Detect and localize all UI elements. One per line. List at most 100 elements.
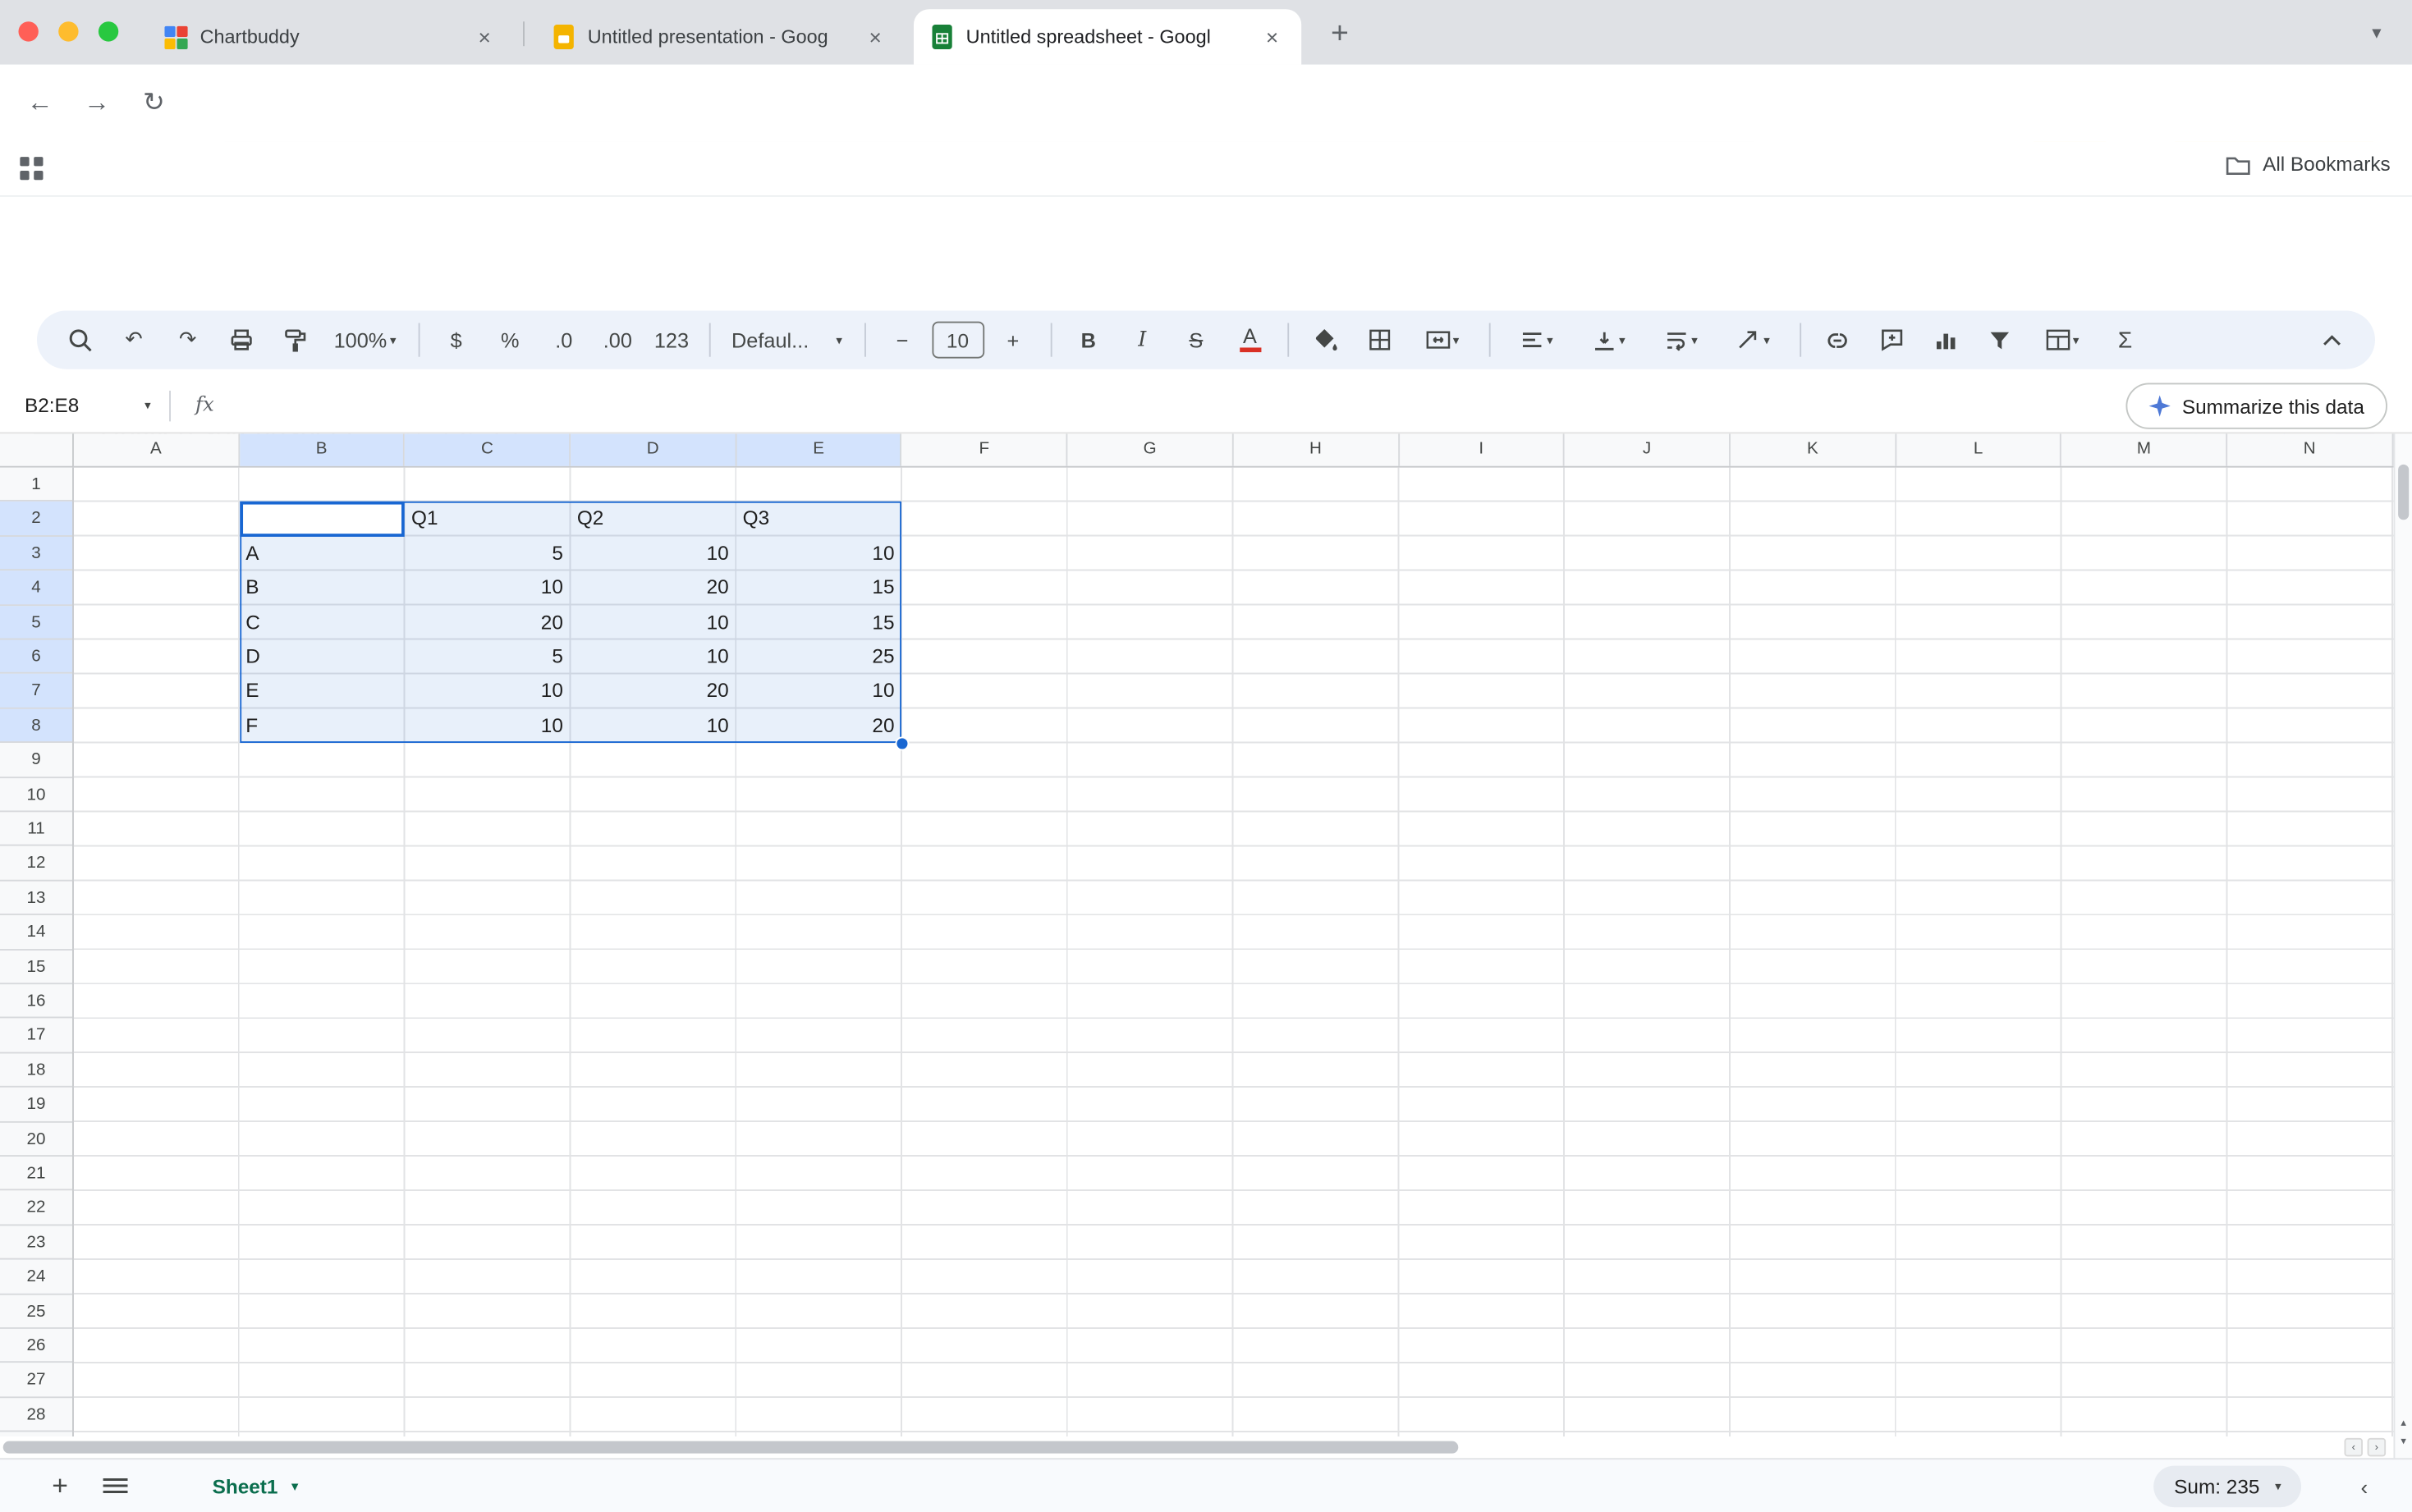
cell-D3[interactable]: 10 — [571, 537, 735, 571]
text-rotation-button[interactable]: ▾ — [1719, 318, 1786, 361]
cell-E2[interactable]: Q3 — [736, 502, 901, 537]
more-formats-button[interactable]: 123 — [647, 318, 696, 361]
toolbar-search-icon[interactable] — [55, 318, 104, 361]
cell-B6[interactable]: D — [240, 639, 404, 674]
cell-B3[interactable]: A — [240, 537, 404, 571]
add-sheet-button[interactable]: + — [37, 1463, 83, 1509]
vertical-align-button[interactable]: ▾ — [1575, 318, 1642, 361]
row-header-12[interactable]: 12 — [0, 846, 72, 881]
column-header-L[interactable]: L — [1896, 433, 2062, 465]
column-header-I[interactable]: I — [1399, 433, 1565, 465]
column-header-F[interactable]: F — [902, 433, 1068, 465]
cell-E3[interactable]: 10 — [736, 537, 901, 571]
sheet-tab-menu-icon[interactable]: ▾ — [291, 1479, 298, 1493]
cell-B4[interactable]: B — [240, 570, 404, 605]
row-header-26[interactable]: 26 — [0, 1329, 72, 1363]
vertical-scrollbar[interactable]: ▴ ▾ — [2393, 433, 2411, 1458]
insert-chart-button[interactable] — [1920, 318, 1969, 361]
sum-dropdown-icon[interactable]: ▾ — [2275, 1479, 2281, 1493]
row-header-5[interactable]: 5 — [0, 605, 72, 639]
row-header-9[interactable]: 9 — [0, 743, 72, 777]
collapse-panel-icon[interactable]: ‹ — [2345, 1468, 2385, 1508]
column-header-E[interactable]: E — [736, 433, 902, 465]
sum-chip[interactable]: Sum: 235 ▾ — [2154, 1466, 2301, 1508]
close-window-button[interactable] — [18, 21, 38, 41]
cell-E5[interactable]: 15 — [736, 605, 901, 639]
all-sheets-icon[interactable] — [92, 1463, 138, 1509]
cell-E7[interactable]: 10 — [736, 674, 901, 708]
text-wrap-button[interactable]: ▾ — [1647, 318, 1714, 361]
add-comment-button[interactable] — [1867, 318, 1916, 361]
cell-D7[interactable]: 20 — [571, 674, 735, 708]
tab-search-icon[interactable]: ▾ — [2359, 16, 2393, 49]
font-select[interactable]: Defaul...▾ — [722, 318, 851, 361]
row-header-18[interactable]: 18 — [0, 1053, 72, 1088]
paint-format-button[interactable] — [271, 318, 320, 361]
column-header-A[interactable]: A — [74, 433, 240, 465]
reload-icon[interactable]: ↻ — [135, 85, 172, 121]
format-percent-button[interactable]: % — [485, 318, 534, 361]
select-all-corner[interactable] — [0, 433, 74, 467]
text-color-button[interactable]: A — [1225, 318, 1274, 361]
undo-button[interactable]: ↶ — [109, 318, 158, 361]
print-button[interactable] — [217, 318, 266, 361]
close-tab-icon[interactable]: × — [470, 23, 498, 51]
cell-B7[interactable]: E — [240, 674, 404, 708]
strikethrough-button[interactable]: S — [1172, 318, 1221, 361]
sheet-tab-sheet1[interactable]: Sheet1 ▾ — [194, 1465, 316, 1507]
merge-cells-button[interactable]: ▾ — [1408, 318, 1475, 361]
column-header-D[interactable]: D — [571, 433, 736, 465]
font-size-input[interactable]: 10 — [932, 322, 984, 359]
create-filter-button[interactable] — [1974, 318, 2024, 361]
cell-E6[interactable]: 25 — [736, 639, 901, 674]
redo-button[interactable]: ↷ — [163, 318, 213, 361]
forward-icon[interactable]: → — [79, 85, 116, 121]
cell-E4[interactable]: 15 — [736, 570, 901, 605]
cell-C2[interactable]: Q1 — [406, 502, 570, 537]
row-header-21[interactable]: 21 — [0, 1157, 72, 1191]
tab-chartbuddy[interactable]: Chartbuddy × — [148, 9, 514, 64]
scroll-right-icon[interactable]: › — [2368, 1438, 2386, 1456]
cell-D8[interactable]: 10 — [571, 708, 735, 743]
close-tab-icon[interactable]: × — [861, 23, 889, 51]
close-tab-icon[interactable]: × — [1259, 23, 1286, 51]
row-header-17[interactable]: 17 — [0, 1019, 72, 1053]
cell-C7[interactable]: 10 — [406, 674, 570, 708]
row-header-24[interactable]: 24 — [0, 1260, 72, 1294]
collapse-toolbar-icon[interactable] — [2308, 318, 2357, 361]
name-box-dropdown-icon[interactable]: ▾ — [144, 398, 151, 412]
row-header-27[interactable]: 27 — [0, 1363, 72, 1398]
row-header-22[interactable]: 22 — [0, 1191, 72, 1226]
tab-spreadsheet[interactable]: Untitled spreadsheet - Googl × — [914, 9, 1301, 64]
row-header-15[interactable]: 15 — [0, 950, 72, 984]
row-header-1[interactable]: 1 — [0, 468, 72, 502]
column-header-M[interactable]: M — [2061, 433, 2227, 465]
row-header-10[interactable]: 10 — [0, 777, 72, 812]
table-views-button[interactable]: ▾ — [2029, 318, 2096, 361]
apps-grid-icon[interactable] — [20, 157, 43, 180]
column-header-J[interactable]: J — [1565, 433, 1731, 465]
horizontal-align-button[interactable]: ▾ — [1502, 318, 1570, 361]
new-tab-button[interactable]: + — [1320, 14, 1360, 54]
row-header-13[interactable]: 13 — [0, 881, 72, 915]
row-header-8[interactable]: 8 — [0, 708, 72, 743]
tab-presentation[interactable]: Untitled presentation - Goog × — [535, 9, 905, 64]
row-header-4[interactable]: 4 — [0, 570, 72, 605]
row-header-23[interactable]: 23 — [0, 1226, 72, 1260]
zoom-select[interactable]: 100%▾ — [324, 318, 405, 361]
scroll-down-icon[interactable]: ▾ — [2396, 1433, 2410, 1449]
row-header-16[interactable]: 16 — [0, 984, 72, 1019]
row-header-3[interactable]: 3 — [0, 537, 72, 571]
row-header-20[interactable]: 20 — [0, 1122, 72, 1157]
column-header-N[interactable]: N — [2227, 433, 2393, 465]
cell-D4[interactable]: 20 — [571, 570, 735, 605]
scroll-up-icon[interactable]: ▴ — [2396, 1415, 2410, 1431]
summarize-data-button[interactable]: Summarize this data — [2125, 383, 2387, 429]
row-header-7[interactable]: 7 — [0, 674, 72, 708]
horizontal-scrollbar[interactable]: ‹ › — [0, 1436, 2393, 1458]
cell-B5[interactable]: C — [240, 605, 404, 639]
fill-handle[interactable] — [895, 736, 909, 750]
cell-C5[interactable]: 20 — [406, 605, 570, 639]
decrease-font-size-button[interactable]: − — [878, 318, 927, 361]
name-box[interactable]: B2:E8 ▾ — [0, 394, 160, 417]
